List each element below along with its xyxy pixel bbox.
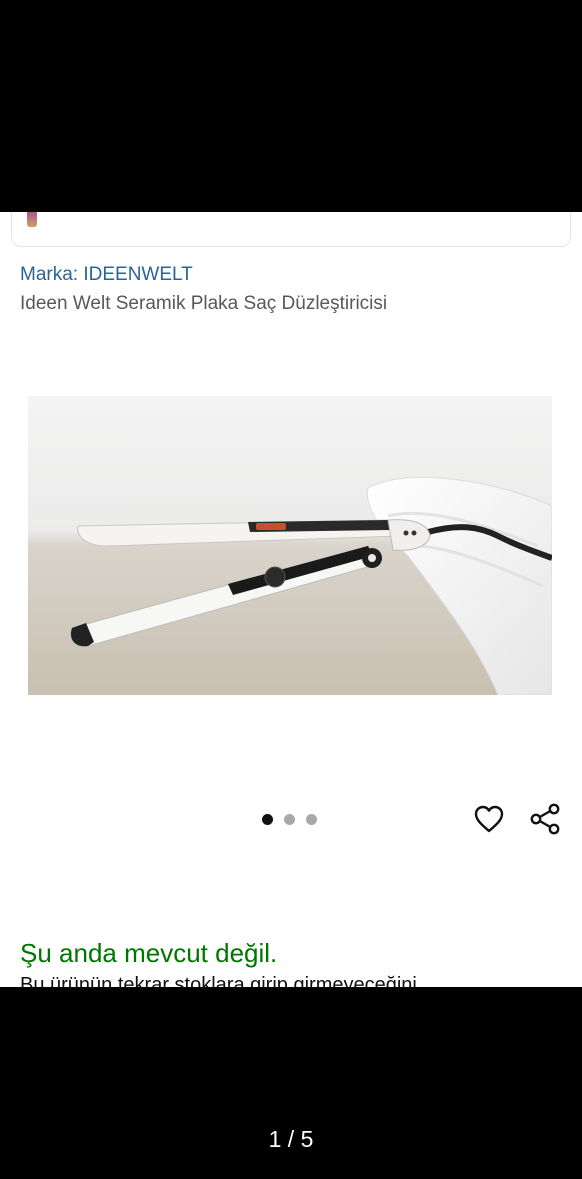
- product-image[interactable]: [28, 396, 552, 695]
- image-page-counter: 1 / 5: [268, 1126, 314, 1152]
- heart-icon[interactable]: [472, 802, 506, 836]
- product-page: Marka: IDEENWELT Ideen Welt Seramik Plak…: [0, 212, 582, 987]
- product-title: Ideen Welt Seramik Plaka Saç Düzleştiric…: [20, 293, 388, 314]
- carousel-dot[interactable]: [306, 814, 317, 825]
- availability-notice: Bu ürünün tekrar stoklara girip girmeyec…: [20, 974, 417, 987]
- brand-link[interactable]: Marka: IDEENWELT: [20, 264, 193, 286]
- availability-status: Şu anda mevcut değil.: [20, 938, 278, 968]
- previous-card: [11, 212, 571, 247]
- viewer-top-overlay: [0, 0, 582, 212]
- carousel-dot[interactable]: [284, 814, 295, 825]
- carousel-dot[interactable]: [262, 814, 273, 825]
- carousel-indicator: [262, 814, 317, 826]
- previous-card-thumbnail: [27, 212, 37, 227]
- share-icon[interactable]: [528, 802, 562, 836]
